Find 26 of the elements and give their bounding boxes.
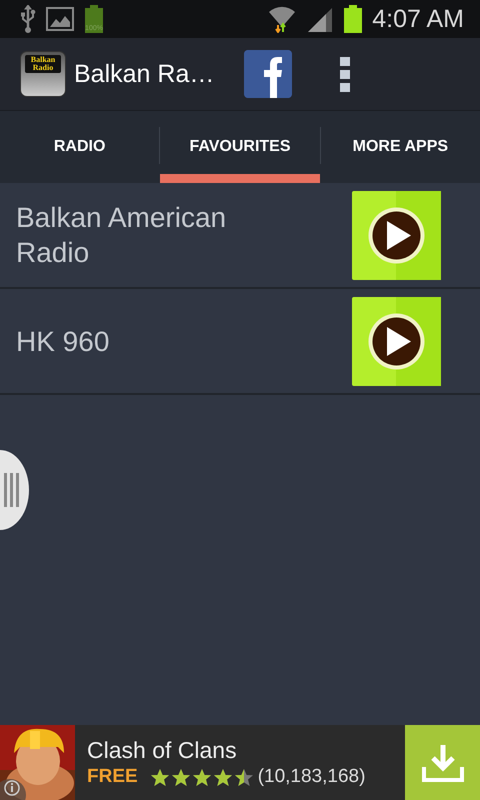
star-icon	[234, 768, 254, 786]
app-title: Balkan Ra…	[74, 60, 216, 88]
station-name: HK 960	[16, 324, 110, 358]
station-name: Balkan American Radio	[16, 201, 228, 270]
tab[interactable]: FAVOURITES	[160, 111, 320, 183]
star-icon	[170, 768, 191, 786]
wifi-icon	[268, 5, 296, 33]
clock-time: 4:07 AM	[372, 4, 464, 34]
price-label: FREE	[87, 766, 138, 788]
play-button[interactable]	[352, 190, 441, 280]
download-icon	[420, 742, 464, 782]
ad-app-title: Clash of Clans	[87, 737, 238, 764]
star-icon	[212, 768, 233, 786]
play-button[interactable]	[352, 296, 441, 386]
battery-icon	[344, 5, 362, 33]
star-icon	[192, 768, 212, 786]
drawer-handle[interactable]	[0, 450, 29, 530]
tab[interactable]: RADIO	[0, 111, 160, 183]
image-icon	[46, 7, 74, 31]
star-icon	[150, 768, 170, 786]
info-icon[interactable]	[4, 780, 20, 796]
rating-count: (10,183,168)	[258, 766, 366, 788]
tab[interactable]: MORE APPS	[320, 111, 480, 183]
app-logo-text: Balkan Radio	[25, 55, 61, 73]
usb-icon	[20, 5, 36, 33]
facebook-icon[interactable]	[244, 50, 292, 98]
